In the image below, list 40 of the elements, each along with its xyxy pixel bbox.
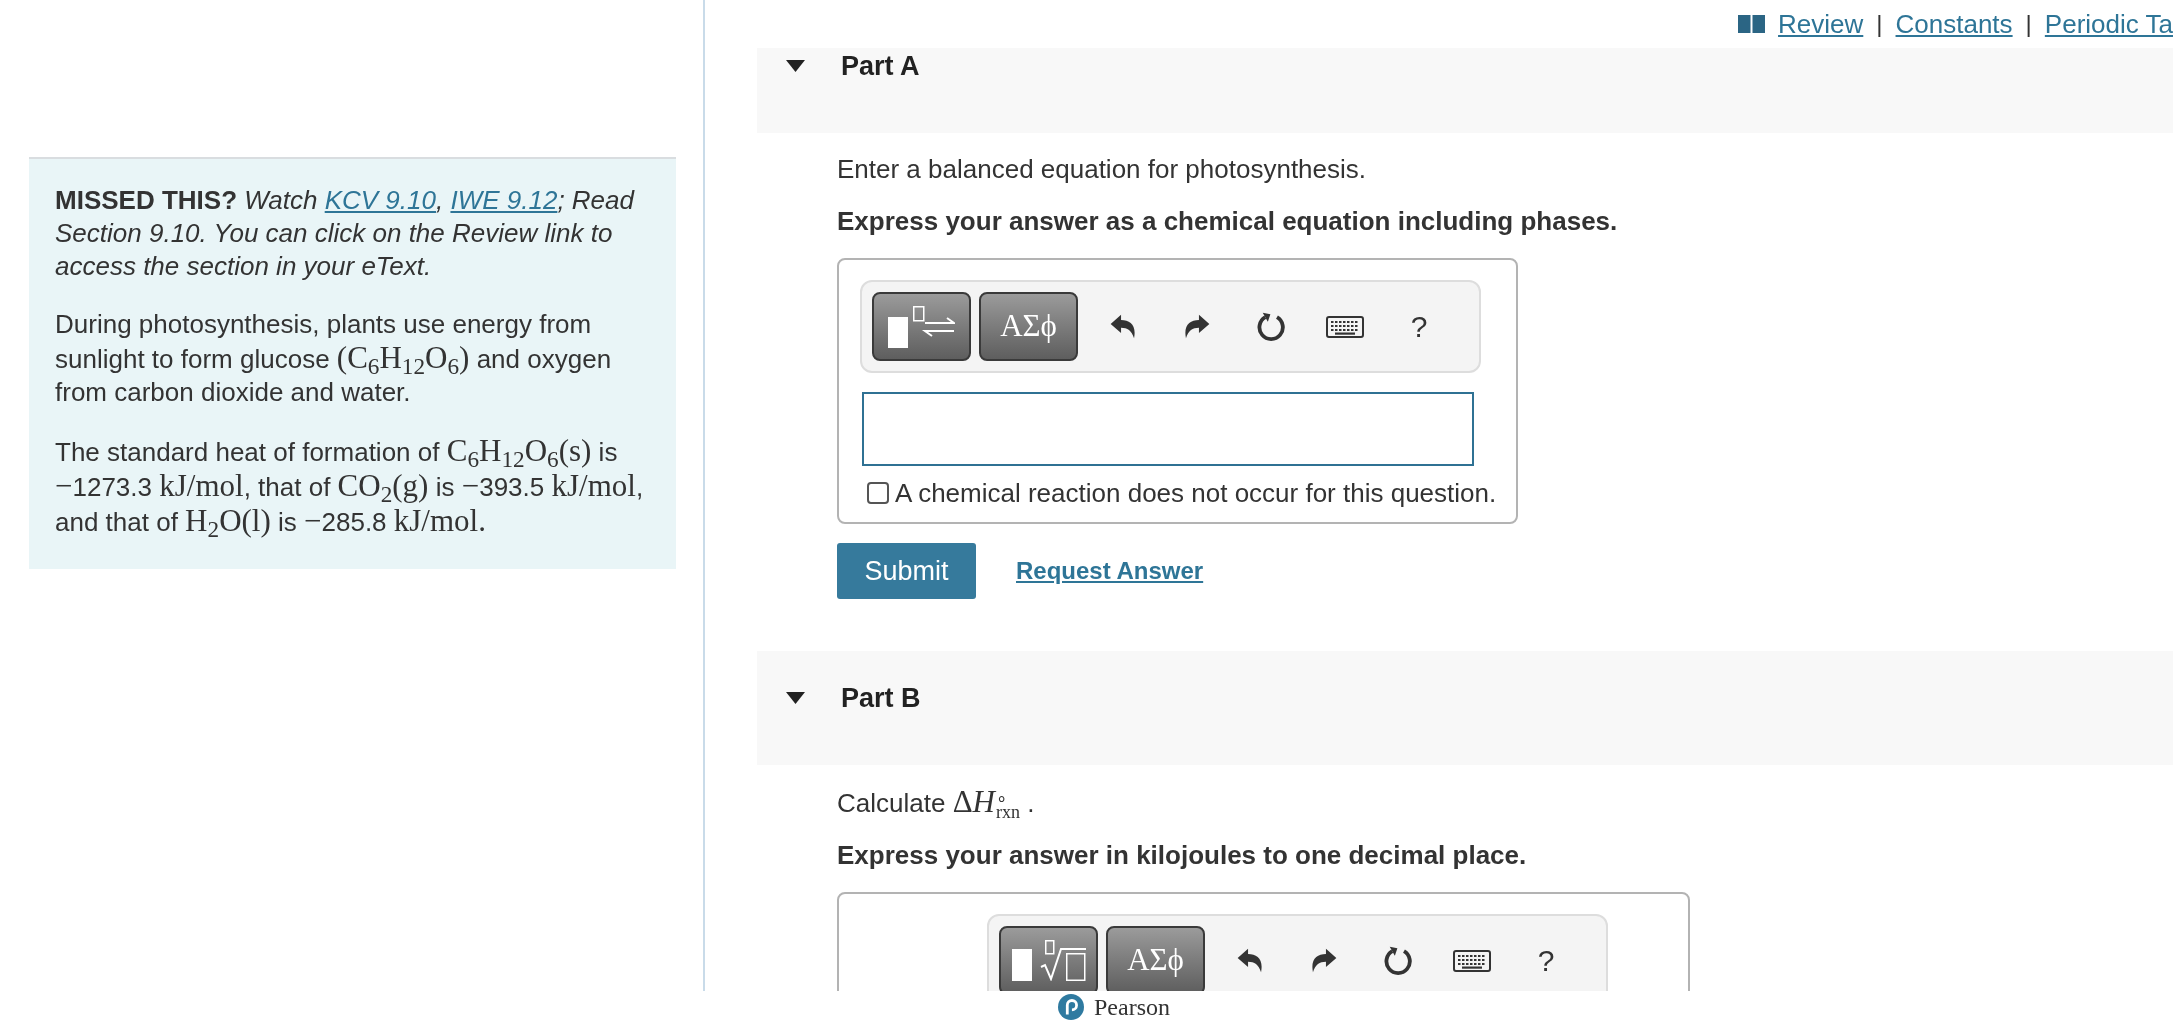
book-icon	[1738, 15, 1766, 33]
video-link[interactable]: KCV 9.10	[324, 185, 436, 215]
checkbox-label: A chemical reaction does not occur for this question.	[895, 478, 1497, 508]
instruction-text: Express your answer in kilojoules to one decimal place.	[837, 839, 1528, 872]
greek-letters-button[interactable]: ΑΣϕ	[979, 292, 1078, 361]
part-title: Part B	[841, 682, 921, 714]
template-arrows-icon	[888, 305, 955, 348]
prompt-text: Enter a balanced equation for photosynthesis.	[837, 153, 1368, 186]
caret-icon[interactable]	[786, 692, 805, 704]
redo-icon[interactable]	[1311, 948, 1337, 973]
request-answer-link[interactable]: Request Answer	[1016, 553, 1204, 589]
template-button[interactable]	[999, 926, 1098, 991]
answer-input-field[interactable]	[862, 392, 1474, 466]
link-separator: |	[2025, 9, 2032, 39]
greek-letters-button[interactable]: ΑΣϕ	[1106, 926, 1205, 991]
redo-icon[interactable]	[1184, 314, 1210, 339]
help-button[interactable]: ?	[1537, 943, 1555, 978]
hint-paragraph: MISSED THIS? Watch KCV 9.10, IWE 9.12; Read Section 9.10. You can click on the Review link to access the section in your eText.	[55, 184, 636, 283]
hint-paragraph: During photosynthesis, plants use energy from sunlight to form glucose (C$_{6}$H$_{12}$O$_{6}$) and oxygen from carbon dioxide and water.	[55, 308, 613, 409]
link-separator: |	[1876, 9, 1883, 39]
undo-icon[interactable]	[1237, 948, 1263, 973]
reset-icon[interactable]	[1383, 945, 1413, 976]
radical-template-icon	[1011, 940, 1086, 981]
checkbox[interactable]	[867, 482, 889, 504]
caret-icon[interactable]	[786, 60, 805, 72]
logo-icon	[1058, 993, 1084, 1020]
header-link[interactable]: Constants	[1895, 9, 2013, 39]
keyboard-icon[interactable]	[1326, 315, 1364, 338]
logo-text: Pearson	[1094, 992, 1170, 1021]
part-title: Part A	[841, 50, 920, 82]
keyboard-icon[interactable]	[1453, 949, 1491, 972]
header-link[interactable]: Review	[1778, 9, 1864, 39]
hint-paragraph: The standard heat of formation of C$_{6}$H$_{12}$O$_{6}$(s) is −1273.3 kJ/mol, that of CO$_{2}$(g) is −393.5 kJ/mol, and that of H$_{2}$O(l) is −285.8 kJ/mol.	[55, 434, 645, 539]
undo-icon[interactable]	[1110, 314, 1136, 339]
reset-icon[interactable]	[1256, 311, 1286, 342]
instruction-text: Express your answer as a chemical equation including phases.	[837, 205, 1619, 238]
template-button[interactable]	[872, 292, 971, 361]
submit-button[interactable]: Submit	[837, 543, 976, 599]
help-button[interactable]: ?	[1410, 309, 1428, 344]
header-link[interactable]: Periodic Ta	[2044, 9, 2173, 39]
